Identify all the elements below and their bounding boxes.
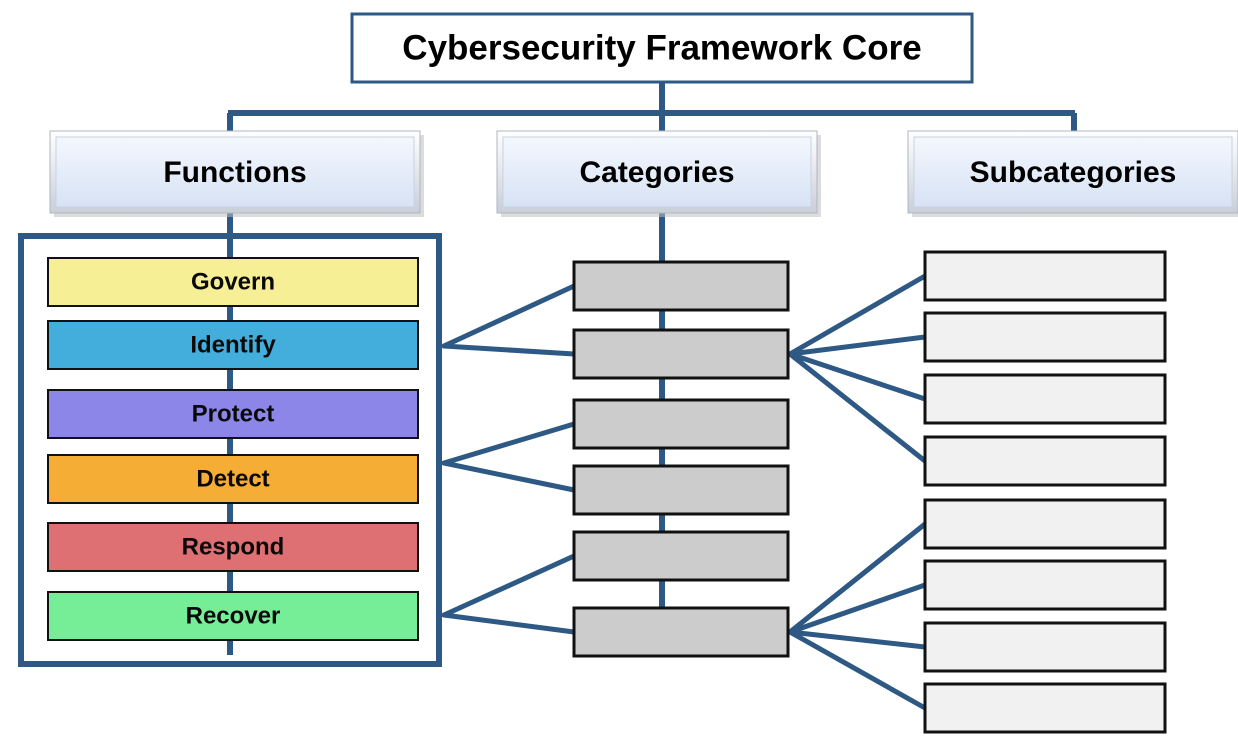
category-box[interactable] (572, 464, 790, 516)
function-box-identify-label: Identify (190, 331, 276, 358)
category-box[interactable] (572, 260, 790, 312)
link-cat-sub-1c (787, 351, 928, 402)
link-fn-cat-1b (441, 343, 577, 357)
function-category-links (441, 283, 577, 635)
category-box[interactable] (572, 328, 790, 380)
link-cat-sub-1d (787, 351, 928, 464)
subcategory-box[interactable] (923, 311, 1167, 363)
link-fn-cat-3b (441, 612, 577, 635)
subcategory-box[interactable] (923, 559, 1167, 611)
function-box-govern-label: Govern (191, 268, 275, 295)
header-categories[interactable]: Categories (496, 130, 821, 217)
function-box-recover[interactable]: Recover (47, 591, 419, 641)
subcategory-box[interactable] (923, 435, 1167, 487)
function-box-protect-label: Protect (192, 400, 275, 427)
header-functions-label: Functions (163, 156, 306, 189)
link-fn-cat-3a (441, 553, 577, 618)
title-box[interactable]: Cybersecurity Framework Core (350, 12, 974, 84)
subcategory-box[interactable] (923, 682, 1167, 734)
category-boxes (572, 260, 790, 658)
category-box[interactable] (572, 398, 790, 450)
category-box[interactable] (572, 530, 790, 582)
category-subcategory-links (787, 273, 928, 711)
function-box-recover-label: Recover (186, 602, 281, 629)
function-box-protect[interactable]: Protect (47, 389, 419, 439)
subcategory-box[interactable] (923, 373, 1167, 425)
subcategory-boxes (923, 250, 1167, 734)
link-fn-cat-1a (441, 283, 577, 349)
function-box-respond-label: Respond (182, 533, 285, 560)
category-box[interactable] (572, 606, 790, 658)
subcategory-box[interactable] (923, 498, 1167, 550)
function-box-govern[interactable]: Govern (47, 257, 419, 307)
link-cat-sub-2a (787, 521, 928, 635)
header-subcategories[interactable]: Subcategories (907, 130, 1238, 217)
header-subcategories-label: Subcategories (970, 156, 1177, 189)
page-title: Cybersecurity Framework Core (402, 28, 921, 67)
subcategory-box[interactable] (923, 250, 1167, 302)
function-box-respond[interactable]: Respond (47, 522, 419, 572)
function-box-detect[interactable]: Detect (47, 454, 419, 504)
link-cat-sub-1a (787, 273, 928, 357)
function-box-identify[interactable]: Identify (47, 320, 419, 370)
cybersecurity-framework-core-diagram: Cybersecurity Framework Core Functions C… (18, 12, 1238, 734)
function-box-detect-label: Detect (196, 465, 269, 492)
diagram-root: Cybersecurity Framework Core Functions C… (0, 0, 1238, 740)
link-fn-cat-2b (441, 460, 577, 493)
column-headers: Functions Categories Subcategories (49, 130, 1238, 217)
link-fn-cat-2a (441, 421, 577, 466)
subcategory-box[interactable] (923, 621, 1167, 673)
header-categories-label: Categories (579, 156, 734, 189)
link-cat-sub-2b (787, 582, 928, 635)
header-functions[interactable]: Functions (49, 130, 424, 217)
